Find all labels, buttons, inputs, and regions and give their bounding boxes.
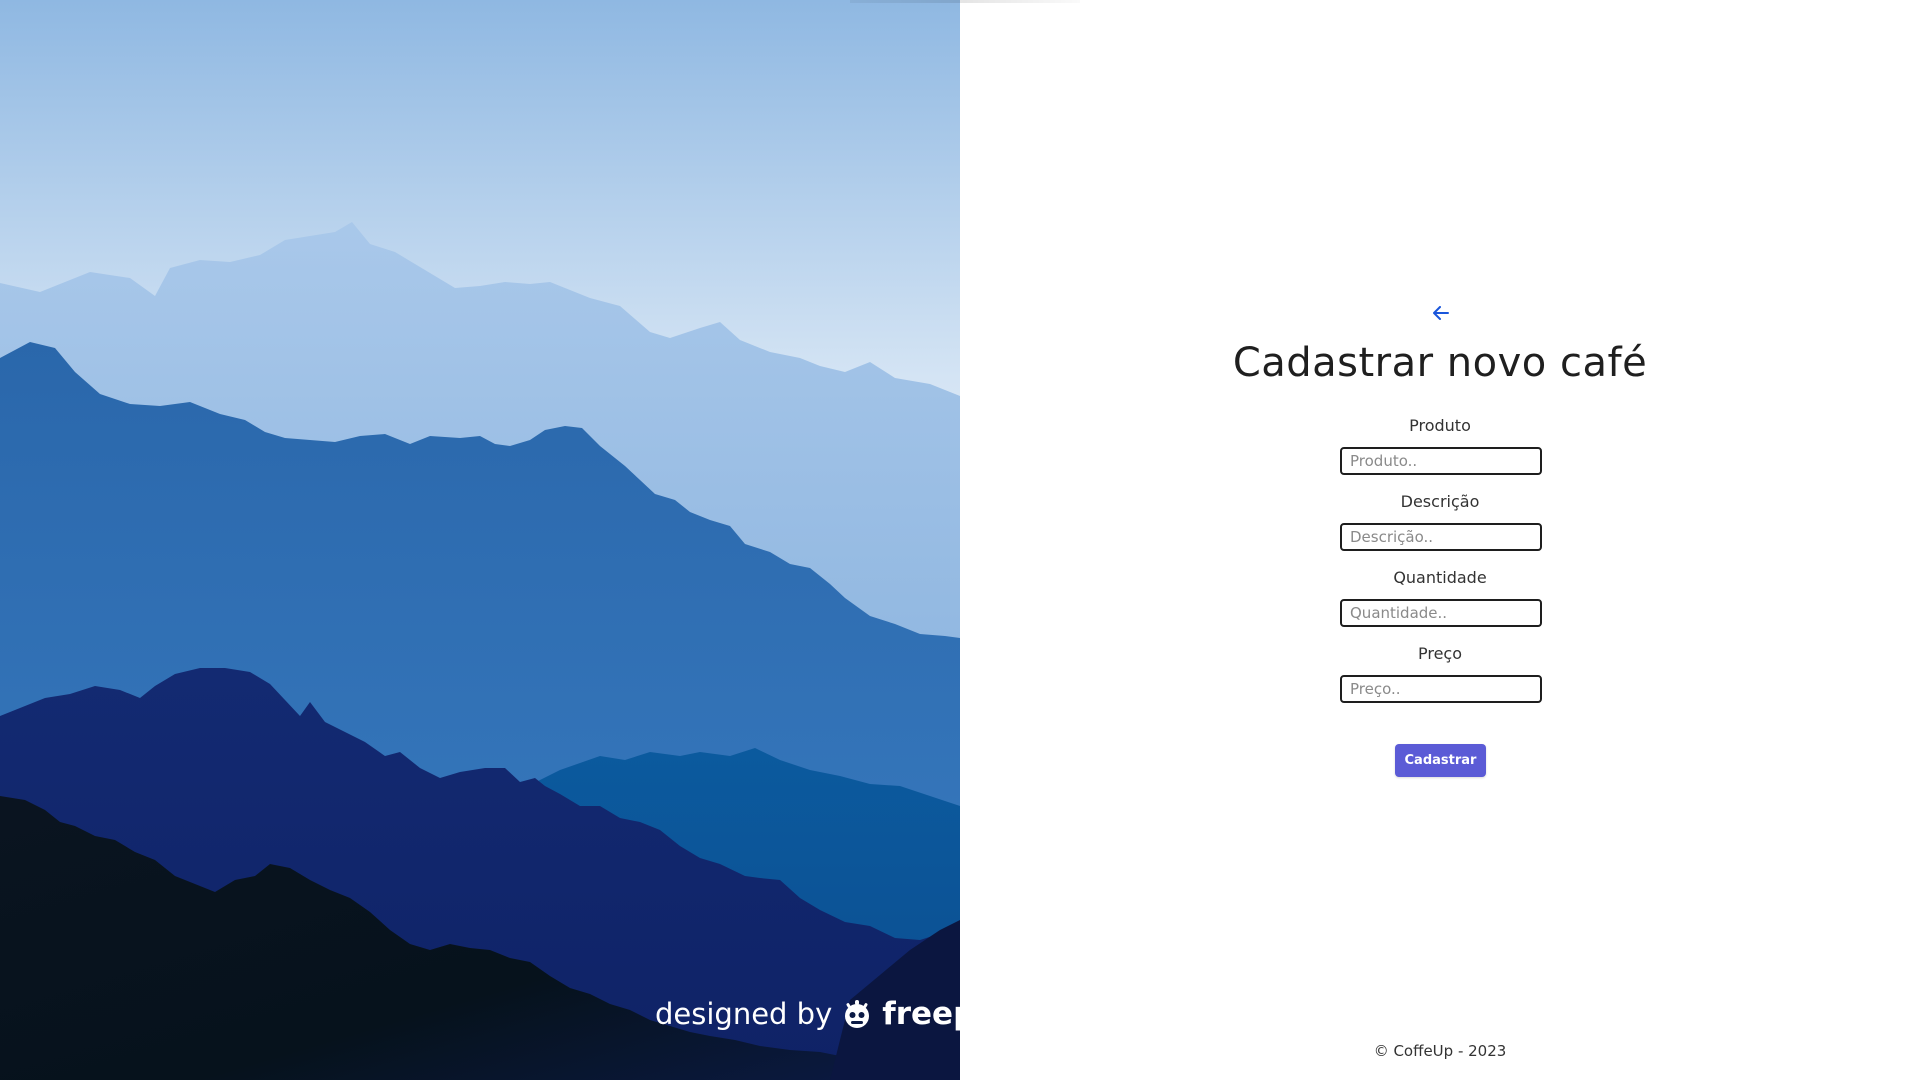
back-button[interactable] [1430, 302, 1452, 324]
arrow-left-icon [1433, 306, 1449, 320]
quantidade-label: Quantidade [1393, 568, 1487, 587]
freepik-logo-icon [845, 1000, 870, 1028]
produto-label: Produto [1409, 416, 1471, 435]
produto-input[interactable] [1340, 447, 1542, 475]
field-quantidade: Quantidade [960, 566, 1920, 642]
credit-brand: freepik [882, 996, 960, 1032]
credit-prefix: designed by [655, 997, 833, 1031]
page-title: Cadastrar novo café [1232, 340, 1648, 386]
cadastrar-button[interactable]: Cadastrar [1395, 744, 1486, 777]
descricao-input[interactable] [1340, 523, 1542, 551]
register-coffee-panel: Cadastrar novo café Produto Descrição Qu… [960, 0, 1920, 1080]
field-produto: Produto [960, 414, 1920, 490]
preco-label: Preço [1417, 644, 1463, 663]
footer-copyright: © CoffeUp - 2023 [1373, 1042, 1507, 1060]
mountain-illustration: designed by freepik [0, 0, 960, 1080]
mountain-landscape-image [0, 0, 960, 1080]
coffee-form: Produto Descrição Quantidade Preço [960, 414, 1920, 718]
freepik-credit: designed by freepik [655, 996, 960, 1032]
preco-input[interactable] [1340, 675, 1542, 703]
field-descricao: Descrição [960, 490, 1920, 566]
descricao-label: Descrição [1400, 492, 1480, 511]
quantidade-input[interactable] [1340, 599, 1542, 627]
field-preco: Preço [960, 642, 1920, 718]
